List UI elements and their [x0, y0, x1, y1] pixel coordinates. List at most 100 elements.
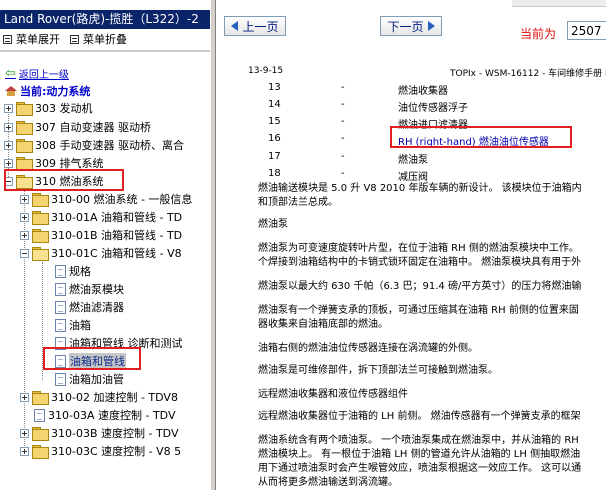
folder-open-icon — [32, 247, 49, 261]
tree-item-310-01c[interactable]: 310-01C 油箱和管线 - V8 — [20, 244, 182, 262]
page-navigation-bar: 上一页 下一页 当前为 — [216, 0, 606, 46]
tree-item-303[interactable]: 303 发动机 — [4, 99, 93, 117]
tree-item-310-00[interactable]: 310-00 燃油系统 - 一般信息 — [20, 190, 192, 208]
expand-icon[interactable] — [4, 140, 13, 150]
next-page-button[interactable]: 下一页 — [380, 16, 442, 36]
item-dash: - — [341, 116, 345, 127]
tree-doc-fuel-tank[interactable]: 油箱 — [55, 316, 91, 334]
paragraph: 燃油输送模块是 5.0 升 V8 2010 年版车辆的新设计。 该模块位于油箱内… — [258, 183, 582, 208]
collapse-icon[interactable] — [4, 176, 13, 186]
item-number: 15 — [268, 116, 281, 127]
document-icon — [55, 264, 66, 278]
folder-open-icon — [16, 175, 33, 189]
tree-item-310[interactable]: 310 燃油系统 — [4, 172, 104, 190]
folder-icon — [32, 229, 49, 243]
back-arrow-icon: ⇦ — [5, 65, 16, 81]
folder-icon — [32, 193, 49, 207]
item-text: 燃油泵 — [398, 155, 428, 166]
paragraph: 燃油泵为可变速度旋转叶片型，在位于油箱 RH 侧的燃油泵模块中工作。 个焊接到油… — [258, 243, 582, 268]
current-page-label: 当前为 — [520, 27, 557, 41]
tree-item-309[interactable]: 309 排气系统 — [4, 154, 104, 172]
back-link[interactable]: ⇦ 返回上一级 — [5, 65, 69, 82]
document-icon — [55, 336, 66, 350]
item-number: 17 — [268, 151, 281, 162]
folder-icon — [32, 211, 49, 225]
item-dash: - — [341, 168, 345, 179]
tree-doc-fuel-filter[interactable]: 燃油滤清器 — [55, 298, 124, 316]
item-text: 燃油收集器 — [398, 86, 448, 97]
item-dash: - — [341, 133, 345, 144]
arrow-left-icon — [231, 21, 239, 31]
menu-collapse-label: 菜单折叠 — [83, 33, 127, 46]
content-pane: 上一页 下一页 当前为 13-9-15 TOPIx - WSM-16112 - … — [216, 0, 606, 490]
tree-item-310-02[interactable]: 310-02 加速控制 - TDV8 — [20, 388, 178, 406]
current-section: 当前:动力系统 — [5, 83, 90, 99]
tree-doc-pump-module[interactable]: 燃油泵模块 — [55, 280, 124, 298]
section-heading: 远程燃油收集器和液位传感器组件 — [258, 389, 408, 400]
tree-item-310-03b[interactable]: 310-03B 速度控制 - TDV — [20, 424, 179, 442]
expand-icon[interactable] — [4, 158, 13, 168]
item-text: 燃油进口滤清器 — [398, 120, 468, 131]
paragraph: 远程燃油收集器位于油箱的 LH 前侧。 燃油传感器有一个弹簧支承的框架 — [258, 411, 581, 422]
document-icon — [55, 300, 66, 314]
window-title: Land Rover(路虎)-揽胜（L322）-2 — [0, 10, 210, 29]
folder-icon — [32, 445, 49, 459]
item-number: 18 — [268, 168, 281, 179]
tree-doc-diagnosis[interactable]: 油箱和管线 诊断和测试 — [55, 334, 183, 352]
tree-doc-filler-pipe[interactable]: 油箱加油管 — [55, 370, 124, 388]
folder-icon — [16, 121, 33, 135]
list-icon — [70, 34, 79, 44]
tree-item-310-03c[interactable]: 310-03C 速度控制 - V8 5 — [20, 442, 181, 460]
paragraph: 燃油系统含有两个喷油泵。 一个喷油泵集成在燃油泵中，并从油箱的 RH 燃油模块上… — [258, 435, 582, 488]
expand-icon[interactable] — [20, 194, 29, 204]
tree-doc-specs[interactable]: 规格 — [55, 262, 91, 280]
item-number: 14 — [268, 99, 281, 110]
folder-icon — [32, 391, 49, 405]
folder-icon — [16, 139, 33, 153]
arrow-right-icon — [427, 21, 435, 31]
tree-item-310-01b[interactable]: 310-01B 油箱和管线 - TD — [20, 226, 182, 244]
document-icon — [55, 372, 66, 386]
document-icon — [55, 318, 66, 332]
section-heading: 燃油泵 — [258, 219, 288, 230]
expand-icon[interactable] — [4, 122, 13, 132]
tree-item-310-01a[interactable]: 310-01A 油箱和管线 - TD — [20, 208, 182, 226]
item-number: 16 — [268, 133, 281, 144]
navigation-pane: Land Rover(路虎)-揽胜（L322）-2 菜单展开 菜单折叠 ⇦ 返回… — [0, 0, 210, 490]
item-text: 减压阀 — [398, 172, 428, 183]
expand-icon[interactable] — [20, 230, 29, 240]
doc-header-title: TOPIx - WSM-16112 - 车间维修手册 R — [450, 69, 606, 79]
tree-item-307[interactable]: 307 自动变速器 驱动桥 — [4, 118, 151, 136]
collapse-icon[interactable] — [20, 248, 29, 258]
prev-page-button[interactable]: 上一页 — [224, 16, 286, 36]
tree-doc-tank-lines[interactable]: 油箱和管线 — [55, 352, 126, 370]
menu-expand-label: 菜单展开 — [16, 33, 60, 46]
toolbar-strip — [512, 0, 606, 7]
menu-bar: 菜单展开 菜单折叠 — [0, 30, 210, 48]
menu-collapse-button[interactable]: 菜单折叠 — [70, 31, 127, 47]
document-icon — [55, 282, 66, 296]
paragraph: 燃油泵有一个弹簧支承的顶板，可通过压缩其在油箱 RH 前侧的位置来固 器收集来自… — [258, 305, 579, 330]
list-icon — [3, 34, 12, 44]
current-section-label: 当前:动力系统 — [20, 85, 91, 98]
divider — [0, 50, 210, 52]
expand-icon[interactable] — [20, 212, 29, 222]
home-icon — [5, 86, 17, 96]
item-text-highlighted: RH (right-hand) 燃油油位传感器 — [398, 137, 549, 148]
item-number: 13 — [268, 82, 281, 93]
folder-icon — [32, 427, 49, 441]
item-dash: - — [341, 151, 345, 162]
expand-icon[interactable] — [20, 446, 29, 456]
menu-expand-button[interactable]: 菜单展开 — [3, 31, 60, 47]
expand-icon[interactable] — [20, 428, 29, 438]
tree-line — [42, 262, 43, 380]
expand-icon[interactable] — [4, 103, 13, 113]
tree-item-308[interactable]: 308 手动变速器 驱动桥、离合 — [4, 136, 184, 154]
folder-icon — [16, 157, 33, 171]
paragraph: 燃油泵以最大约 630 千帕（6.3 巴；91.4 磅/平方英寸）的压力将燃油输 — [258, 281, 582, 292]
page-number-input[interactable] — [567, 21, 606, 40]
tree-doc-310-03a[interactable]: 310-03A 速度控制 - TDV — [34, 406, 175, 424]
paragraph: 油箱右侧的燃油油位传感器连接在涡流罐的外侧。 — [258, 343, 478, 354]
item-text: 油位传感器浮子 — [398, 103, 468, 114]
expand-icon[interactable] — [20, 392, 29, 402]
